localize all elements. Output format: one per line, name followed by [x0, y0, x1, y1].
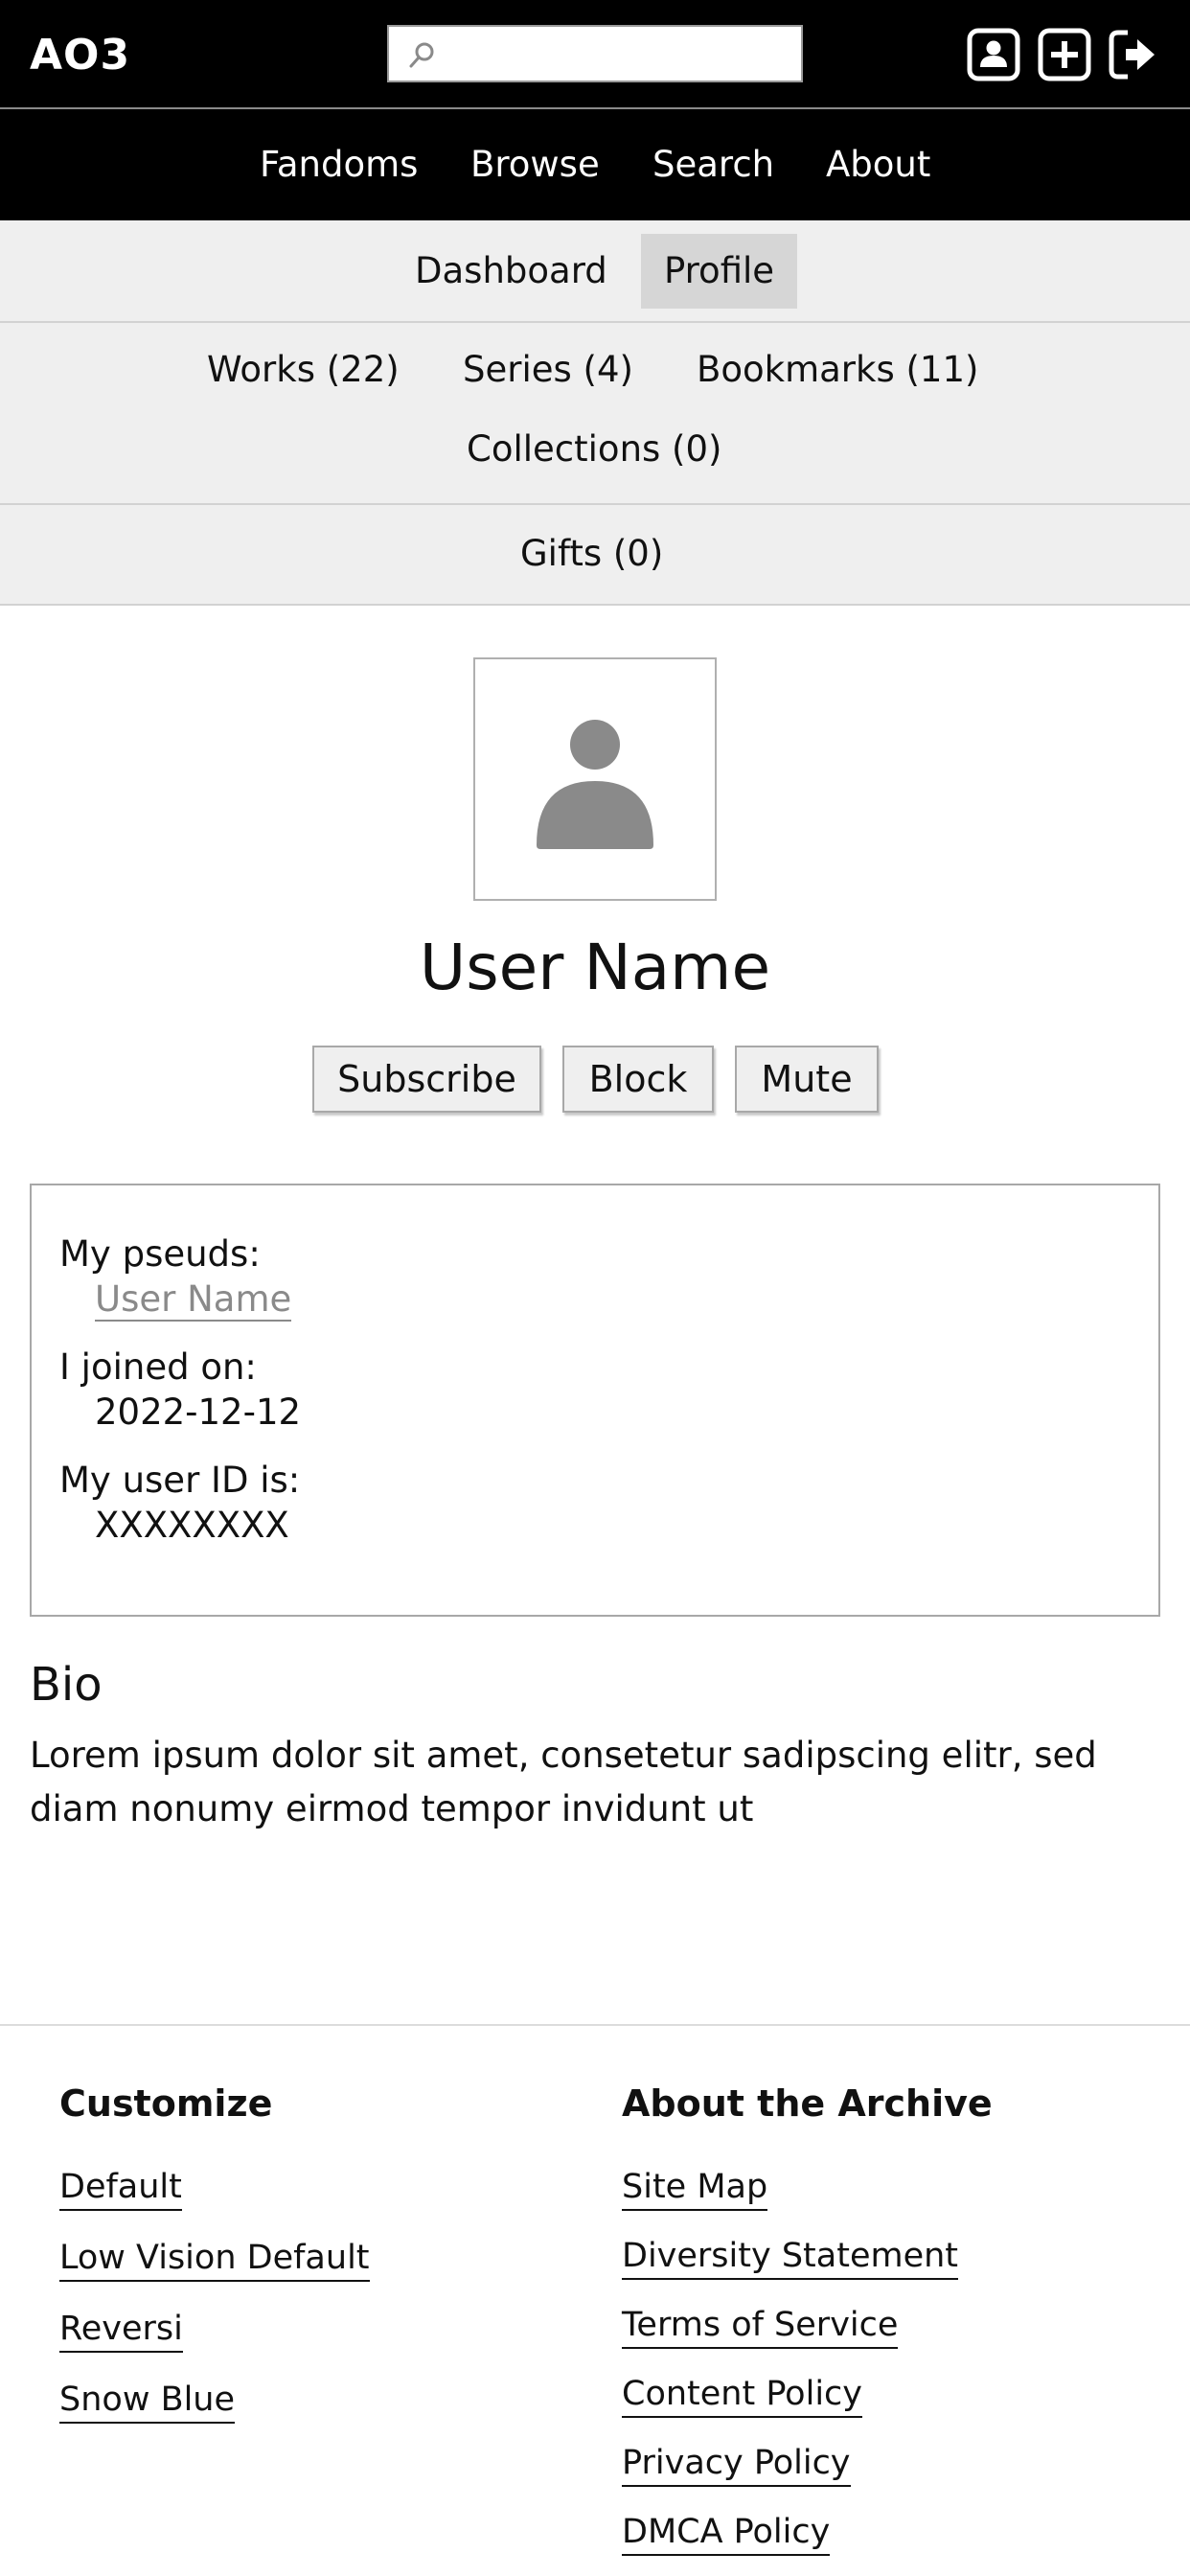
site-header: AO3	[0, 0, 1190, 109]
site-logo[interactable]: AO3	[30, 29, 130, 82]
user-id-label: My user ID is:	[59, 1460, 301, 1501]
footer-link-diversity-statement[interactable]: Diversity Statement	[622, 2234, 959, 2280]
footer-heading-about: About the Archive	[622, 2082, 993, 2125]
tab-dashboard[interactable]: Dashboard	[415, 248, 607, 294]
bio-heading: Bio	[30, 1658, 103, 1712]
pseuds-label: My pseuds:	[59, 1233, 261, 1275]
nav-item-about[interactable]: About	[826, 109, 930, 220]
profile-info-box: My pseuds: User Name I joined on: 2022-1…	[30, 1184, 1160, 1617]
footer-link-snow-blue[interactable]: Snow Blue	[59, 2378, 236, 2424]
footer-link-dmca-policy[interactable]: DMCA Policy	[622, 2510, 831, 2556]
footer-link-privacy-policy[interactable]: Privacy Policy	[622, 2441, 851, 2487]
footer-link-terms-of-service[interactable]: Terms of Service	[622, 2303, 899, 2349]
plus-icon[interactable]	[1038, 28, 1091, 81]
subscribe-button[interactable]: Subscribe	[312, 1046, 541, 1113]
log-out-icon[interactable]	[1107, 28, 1160, 81]
nav-item-search[interactable]: Search	[652, 109, 774, 220]
block-button[interactable]: Block	[562, 1046, 714, 1113]
nav-item-fandoms[interactable]: Fandoms	[260, 109, 418, 220]
pseud-link[interactable]: User Name	[95, 1278, 292, 1322]
search-icon	[409, 42, 434, 68]
nav-item-collections[interactable]: Collections (0)	[467, 426, 721, 472]
works-nav: Works (22) Series (4) Bookmarks (11) Col…	[0, 323, 1190, 505]
tab-profile[interactable]: Profile	[664, 248, 774, 294]
footer-link-reversi[interactable]: Reversi	[59, 2307, 183, 2353]
search-input[interactable]	[387, 25, 803, 82]
default-user-icon	[537, 720, 653, 849]
avatar	[473, 657, 717, 901]
nav-item-works[interactable]: Works (22)	[207, 347, 400, 393]
page-title: User Name	[419, 931, 771, 1004]
footer-heading-customize: Customize	[59, 2082, 273, 2125]
joined-date: 2022-12-12	[95, 1392, 302, 1433]
nav-item-series[interactable]: Series (4)	[463, 347, 633, 393]
user-id-value: XXXXXXXX	[95, 1505, 289, 1546]
footer-link-content-policy[interactable]: Content Policy	[622, 2372, 862, 2418]
joined-label: I joined on:	[59, 1346, 257, 1388]
footer-link-low-vision-default[interactable]: Low Vision Default	[59, 2236, 370, 2282]
footer-link-site-map[interactable]: Site Map	[622, 2165, 768, 2211]
mute-button[interactable]: Mute	[735, 1046, 879, 1113]
nav-item-browse[interactable]: Browse	[470, 109, 600, 220]
nav-item-gifts[interactable]: Gifts (0)	[520, 531, 663, 577]
bio-text: Lorem ipsum dolor sit amet, consetetur s…	[30, 1735, 1097, 1829]
nav-item-bookmarks[interactable]: Bookmarks (11)	[697, 347, 978, 393]
footer-link-default[interactable]: Default	[59, 2165, 182, 2211]
pseud-value: User Name	[95, 1276, 292, 1322]
user-profile-icon[interactable]	[967, 28, 1020, 81]
gifts-nav: Gifts (0)	[0, 505, 1190, 606]
primary-nav: Fandoms Browse Search About	[0, 109, 1190, 220]
footer-divider	[0, 2024, 1190, 2026]
